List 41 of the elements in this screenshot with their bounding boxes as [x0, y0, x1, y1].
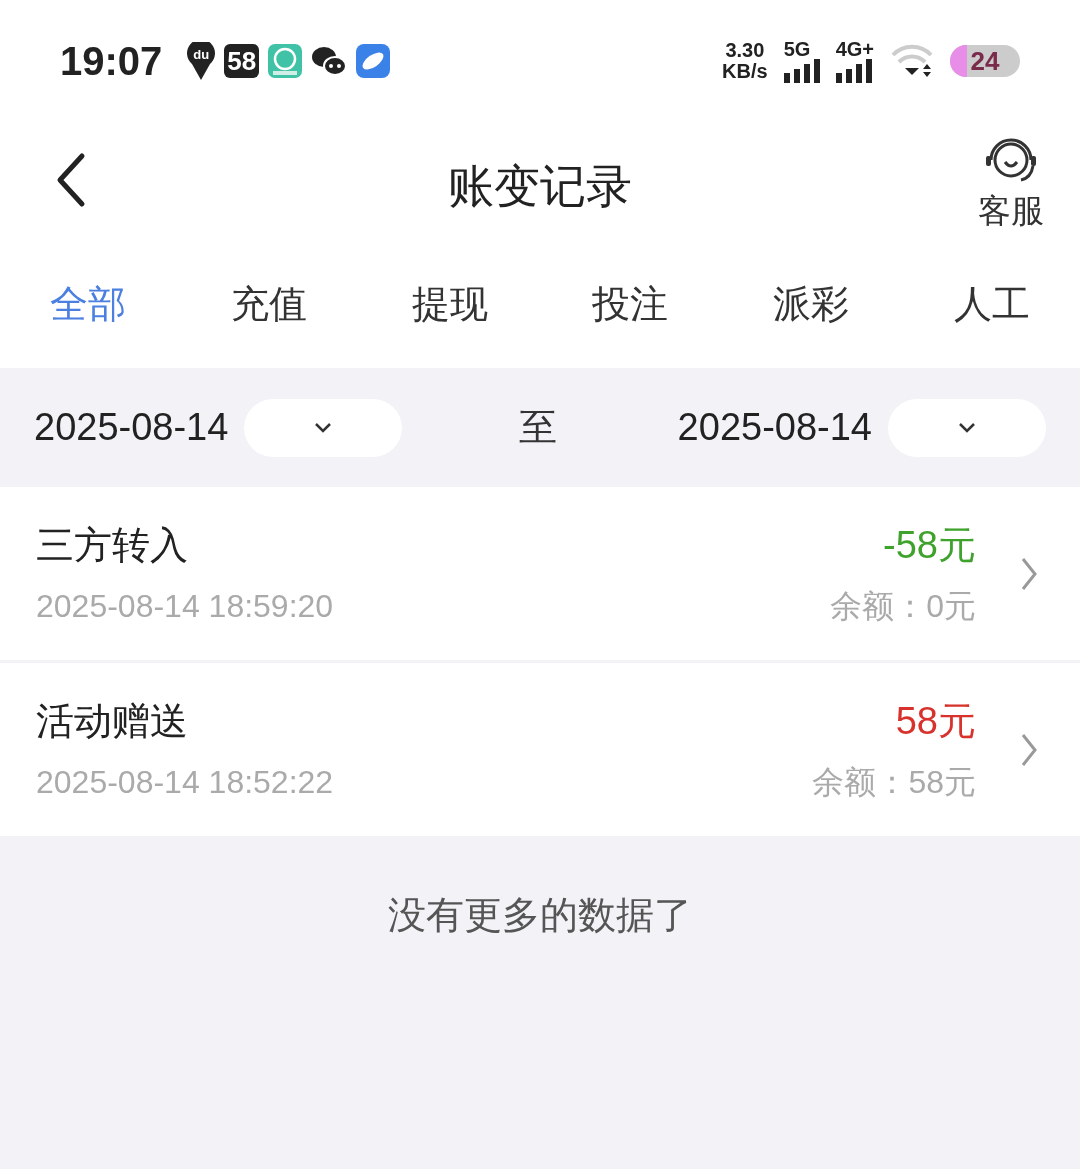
battery-icon: 24 [950, 45, 1020, 77]
start-date: 2025-08-14 [34, 405, 229, 450]
no-more-data-text: 没有更多的数据了 [387, 893, 693, 938]
app-icon [267, 43, 304, 79]
speed-unit: KB/s [722, 61, 768, 82]
app-badge-icon: 58 [224, 44, 260, 78]
record-row[interactable]: 活动赠送 2025-08-14 18:52:22 58元 余额：58元 [0, 663, 1080, 836]
balance-value: 58元 [908, 763, 976, 802]
end-date: 2025-08-14 [677, 405, 872, 450]
network-type: 5G [783, 39, 811, 59]
planet-icon [355, 43, 392, 79]
filter-tab[interactable]: 人工 [954, 275, 1030, 333]
balance-label: 余额： [830, 587, 927, 626]
record-amount: 58元 [895, 699, 976, 744]
caret-icon [314, 422, 333, 433]
signal-icon [835, 59, 872, 83]
date-separator: 至 [519, 405, 557, 450]
filter-tab[interactable]: 投注 [592, 275, 669, 333]
chevron-right-icon [1020, 731, 1038, 768]
chevron-right-icon [1020, 555, 1038, 592]
wifi-icon [890, 43, 934, 79]
record-time: 2025-08-14 18:59:20 [36, 587, 334, 626]
record-title: 活动赠送 [36, 699, 189, 744]
filter-tab[interactable]: 提现 [411, 275, 488, 333]
page-title: 账变记录 [448, 158, 632, 214]
balance-label: 余额： [812, 763, 909, 802]
customer-service-button[interactable]: 客服 [978, 130, 1044, 236]
filter-tab[interactable]: 充值 [230, 275, 307, 333]
record-row[interactable]: 三方转入 2025-08-14 18:59:20 -58元 余额：0元 [0, 487, 1080, 660]
record-title: 三方转入 [36, 523, 189, 568]
map-pin-icon: du [186, 42, 217, 80]
record-time: 2025-08-14 18:52:22 [36, 763, 334, 802]
signal-icon [783, 59, 820, 83]
record-amount: -58元 [883, 523, 976, 568]
network-type: 4G+ [835, 39, 874, 59]
speed-value: 3.30 [724, 40, 766, 61]
filter-tab[interactable]: 派彩 [773, 275, 850, 333]
balance-value: 0元 [926, 587, 976, 626]
status-time: 19:07 [60, 38, 163, 85]
caret-icon [958, 422, 976, 433]
filter-tab[interactable]: 全部 [50, 275, 126, 333]
